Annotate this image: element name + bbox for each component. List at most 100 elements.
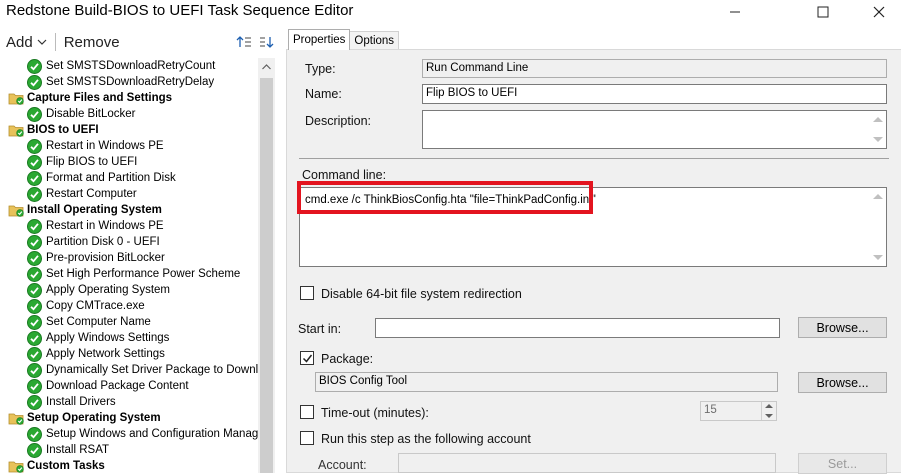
tree-step[interactable]: Set High Performance Power Scheme (0, 266, 258, 282)
tree-item-label: Download Package Content (46, 380, 189, 392)
close-button[interactable] (856, 0, 901, 24)
success-check-icon (27, 266, 42, 282)
move-up-icon[interactable] (236, 34, 252, 50)
tree-step[interactable]: Install RSAT (0, 442, 258, 458)
scroll-up-button[interactable] (258, 58, 275, 75)
browse-package-button[interactable]: Browse... (798, 372, 887, 393)
success-check-icon (27, 250, 42, 266)
task-sequence-tree: Set SMSTSDownloadRetryCount Set SMSTSDown… (0, 58, 258, 473)
tree-step[interactable]: Apply Network Settings (0, 346, 258, 362)
package-checkbox[interactable] (300, 351, 314, 365)
tree-item-label: Set SMSTSDownloadRetryCount (46, 60, 216, 72)
tree-item-label: Setup Windows and Configuration Manager (46, 428, 258, 440)
folder-icon (8, 92, 24, 105)
tree-step[interactable]: Apply Windows Settings (0, 330, 258, 346)
description-scrollbar[interactable] (869, 111, 886, 148)
add-label: Add (6, 33, 33, 51)
tree-item-label: Apply Windows Settings (46, 332, 170, 344)
account-input[interactable] (398, 453, 776, 473)
description-label: Description: (305, 114, 371, 128)
disable64-checkbox[interactable] (300, 286, 314, 300)
tree-step[interactable]: Dynamically Set Driver Package to Downlo… (0, 362, 258, 378)
command-line-scrollbar[interactable] (869, 188, 886, 266)
tree-step[interactable]: Partition Disk 0 - UEFI (0, 234, 258, 250)
tree-step[interactable]: Disable BitLocker (0, 106, 258, 122)
success-check-icon (27, 426, 42, 442)
tree-item-label: Copy CMTrace.exe (46, 300, 145, 312)
tree-group[interactable]: Capture Files and Settings (0, 90, 258, 106)
title-bar: Redstone Build-BIOS to UEFI Task Sequenc… (0, 0, 901, 26)
tree-step[interactable]: Install Drivers (0, 394, 258, 410)
folder-icon (8, 124, 24, 137)
tree-scrollbar[interactable] (258, 58, 275, 473)
tree-step[interactable]: Format and Partition Disk (0, 170, 258, 186)
tree-step[interactable]: Download Package Content (0, 378, 258, 394)
start-in-input[interactable] (375, 318, 780, 338)
tree-item-label: Apply Network Settings (46, 348, 165, 360)
tree-step[interactable]: Set SMSTSDownloadRetryCount (0, 58, 258, 74)
tree-step[interactable]: Pre-provision BitLocker (0, 250, 258, 266)
minimize-icon (730, 11, 740, 13)
run-as-checkbox[interactable] (300, 431, 314, 445)
timeout-value: 15 (704, 404, 717, 416)
tree-item-label: Disable BitLocker (46, 108, 136, 120)
success-check-icon (27, 170, 42, 186)
success-check-icon (27, 378, 42, 394)
success-check-icon (27, 298, 42, 314)
properties-panel: Type: Run Command Line Name: Flip BIOS t… (286, 49, 901, 474)
tree-item-label: Capture Files and Settings (27, 92, 173, 104)
tree-step[interactable]: Restart in Windows PE (0, 138, 258, 154)
tree-item-label: Partition Disk 0 - UEFI (46, 236, 160, 248)
type-label: Type: (305, 62, 336, 76)
tree-step[interactable]: Set SMSTSDownloadRetryDelay (0, 74, 258, 90)
description-input[interactable] (422, 110, 887, 149)
set-account-button[interactable]: Set... (798, 453, 887, 474)
success-check-icon (27, 74, 42, 90)
tree-step[interactable]: Copy CMTrace.exe (0, 298, 258, 314)
name-input[interactable]: Flip BIOS to UEFI (422, 84, 887, 104)
remove-button[interactable]: Remove (58, 34, 126, 51)
tab-strip: Properties Options (288, 29, 400, 51)
tree-item-label: Restart in Windows PE (46, 220, 164, 232)
maximize-button[interactable] (800, 0, 846, 24)
tree-step[interactable]: Apply Operating System (0, 282, 258, 298)
add-button[interactable]: Add (0, 34, 53, 51)
tree-item-label: Format and Partition Disk (46, 172, 176, 184)
tree-group[interactable]: Custom Tasks (0, 458, 258, 473)
tree-group[interactable]: BIOS to UEFI (0, 122, 258, 138)
command-highlight-box (297, 181, 593, 214)
tree-step[interactable]: Restart in Windows PE (0, 218, 258, 234)
tree-item-label: Setup Operating System (27, 412, 161, 424)
browse-start-in-button[interactable]: Browse... (798, 317, 887, 338)
tree-item-label: Install Drivers (46, 396, 116, 408)
tree-item-label: Restart in Windows PE (46, 140, 164, 152)
success-check-icon (27, 362, 42, 378)
timeout-spin-buttons[interactable] (761, 402, 776, 420)
toolbar-divider (54, 33, 56, 51)
tab-properties[interactable]: Properties (288, 29, 351, 50)
window-title: Redstone Build-BIOS to UEFI Task Sequenc… (6, 2, 354, 19)
scroll-thumb[interactable] (260, 78, 273, 473)
timeout-checkbox[interactable] (300, 405, 314, 419)
success-check-icon (27, 106, 42, 122)
tree-item-label: Custom Tasks (27, 460, 105, 472)
chevron-up-icon (262, 63, 271, 69)
tree-item-label: Apply Operating System (46, 284, 171, 296)
tab-options[interactable]: Options (349, 31, 400, 50)
move-down-icon[interactable] (258, 34, 274, 50)
minimize-button[interactable] (712, 0, 758, 24)
success-check-icon (27, 138, 42, 154)
folder-icon (8, 204, 24, 217)
tree-step[interactable]: Flip BIOS to UEFI (0, 154, 258, 170)
tree-group[interactable]: Install Operating System (0, 202, 258, 218)
success-check-icon (27, 442, 42, 458)
tree-step[interactable]: Restart Computer (0, 186, 258, 202)
success-check-icon (27, 330, 42, 346)
tree-group[interactable]: Setup Operating System (0, 410, 258, 426)
task-sequence-pane: Add Remove Set SMSTSDownloadRetryCount Se… (0, 28, 280, 473)
tree-step[interactable]: Setup Windows and Configuration Manager (0, 426, 258, 442)
tree-step[interactable]: Set Computer Name (0, 314, 258, 330)
name-label: Name: (305, 87, 342, 101)
timeout-stepper[interactable]: 15 (700, 401, 777, 421)
folder-icon (8, 460, 24, 473)
